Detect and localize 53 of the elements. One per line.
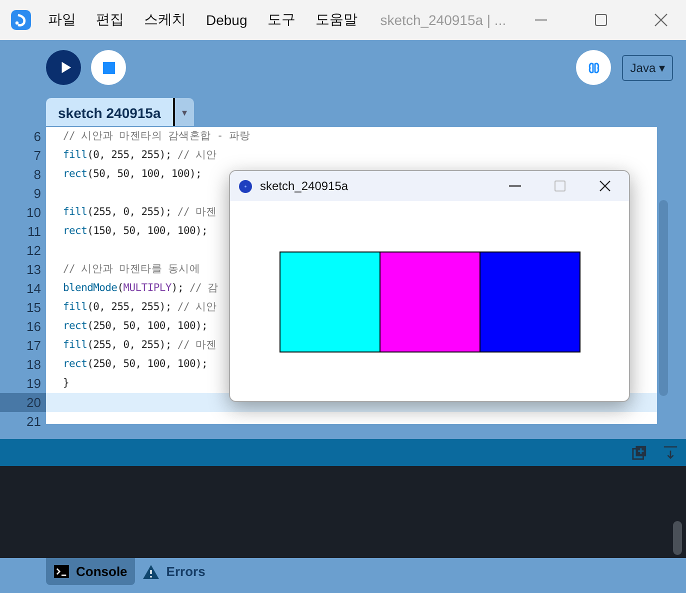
maximize-icon <box>554 180 566 192</box>
code-line: // 시안과 마젠타를 동시에 <box>63 263 200 275</box>
scrollbar-thumb[interactable] <box>659 200 668 396</box>
window-title: sketch_240915a <box>260 179 348 193</box>
app-logo-icon <box>11 10 31 30</box>
menu-item[interactable]: 파일 <box>48 11 76 29</box>
menu-item[interactable]: 스케치 <box>144 11 186 29</box>
line-number: 12 <box>26 242 42 260</box>
line-number: 13 <box>26 261 42 279</box>
line-number: 20 <box>0 393 46 412</box>
window-title: sketch_240915a | ... <box>380 12 506 28</box>
code-line: fill(0, 255, 255); // 시안 <box>63 149 217 161</box>
maximize-icon[interactable] <box>594 13 608 27</box>
stop-icon <box>102 62 114 74</box>
menu-item[interactable]: 도움말 <box>315 11 358 29</box>
menu-item[interactable]: Debug <box>206 12 248 28</box>
app-icon <box>239 180 252 192</box>
run-button[interactable] <box>46 50 81 85</box>
line-number: 16 <box>26 318 42 336</box>
code-line: fill(255, 0, 255); // 마젠 <box>63 339 217 351</box>
code-line: } <box>63 377 70 389</box>
debugger-button[interactable] <box>576 50 612 85</box>
mode-dropdown[interactable]: Java ▾ <box>622 54 673 80</box>
line-number: 11 <box>26 223 42 241</box>
line-number: 8 <box>32 166 42 184</box>
code-line: // 시안과 마젠타의 감색혼합 - 파랑 <box>63 130 250 142</box>
code-line: rect(50, 50, 100, 100); <box>63 168 202 180</box>
console-tab[interactable]: Errors <box>135 558 214 585</box>
code-line: rect(250, 50, 100, 100); <box>63 320 208 332</box>
line-number: 18 <box>26 356 42 374</box>
console-tab[interactable]: Console <box>46 558 136 585</box>
line-number: 6 <box>32 128 42 146</box>
stop-button[interactable] <box>91 50 126 85</box>
code-line: blendMode(MULTIPLY); // 감 <box>63 282 218 294</box>
code-line: fill(255, 0, 255); // 마젠 <box>63 206 217 218</box>
line-number: 9 <box>32 185 42 203</box>
menu-item[interactable]: 도구 <box>267 11 296 29</box>
code-line: rect(150, 50, 100, 100); <box>63 225 208 237</box>
line-number: 19 <box>26 375 42 393</box>
scrollbar-thumb[interactable] <box>673 521 682 555</box>
code-line: fill(0, 255, 255); // 시안 <box>63 301 217 313</box>
line-number: 17 <box>26 337 42 355</box>
sketch-tab[interactable]: sketch 240915a <box>46 98 175 128</box>
line-number: 14 <box>26 280 42 298</box>
line-number: 21 <box>26 413 42 431</box>
menu-item[interactable]: 편집 <box>96 11 124 29</box>
warning-icon <box>143 564 160 578</box>
terminal-icon <box>54 565 69 578</box>
line-number: 10 <box>26 204 42 222</box>
close-icon[interactable] <box>599 180 611 192</box>
code-line: rect(250, 50, 100, 100); <box>63 358 208 370</box>
line-number: 15 <box>26 299 42 317</box>
line-number: 7 <box>32 147 42 165</box>
